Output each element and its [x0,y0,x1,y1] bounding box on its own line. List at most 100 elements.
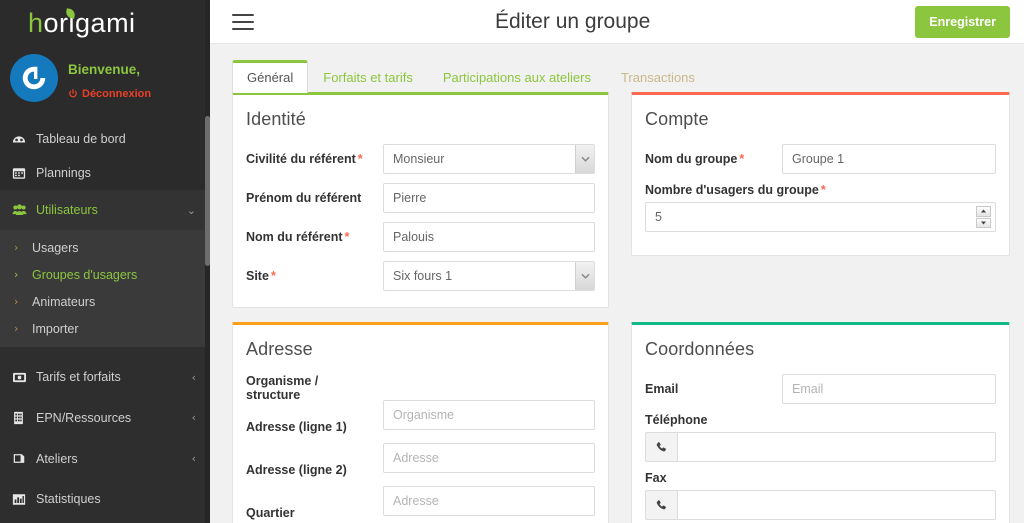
panel-title: Compte [645,109,709,129]
sidebar-label: Ateliers [36,451,78,466]
sidebar-label: Plannings [36,166,91,180]
sidebar-label: Animateurs [32,294,96,309]
field-organisme-structure: Organisme / structure [246,374,595,402]
prenom-input[interactable] [383,183,595,213]
logout-link[interactable]: Déconnexion [68,88,151,100]
panel-adresse: Adresse Organisme / structure Adresse (l… [232,322,609,523]
fax-input[interactable] [677,490,996,520]
sidebar-item-utilisateurs[interactable]: Utilisateurs ⌄ [0,194,210,226]
telephone-input[interactable] [677,432,996,462]
field-site: Site * Six fours 1 [246,261,595,291]
field-fax: Fax [645,471,996,520]
field-nom-du-referent: Nom du référent * [246,222,595,252]
sidebar-label: EPN/Ressources [36,410,132,425]
email-input[interactable] [782,374,996,404]
adresse-ligne-2-input[interactable] [383,486,595,516]
field-nom-du-groupe: Nom du groupe * [645,144,996,174]
sidebar-item-epn-ressources[interactable]: EPN/Ressources ‹ [0,397,210,438]
chevron-down-icon: ⌄ [186,203,196,217]
sidebar-nav-bottom: Tarifs et forfaits ‹ EPN/Ressources ‹ At… [0,347,210,519]
chevron-right-icon: › [14,295,19,308]
field-label: Quartier [246,506,295,520]
sidebar-item-animateurs[interactable]: › Animateurs [0,288,210,315]
field-label: Nombre d'usagers du groupe * [645,183,826,197]
sidebar-label: Importer [32,321,79,336]
sidebar-nav-top: Tableau de bord Plannings [0,122,210,190]
brand-logo-prefix: h [28,7,44,38]
tab-transactions[interactable]: Transactions [606,60,710,93]
chevron-right-icon: › [14,241,19,254]
user-box: Bienvenue, Déconnexion [0,46,210,122]
required-marker: * [270,269,276,283]
field-nombre-usagers-du-groupe: Nombre d'usagers du groupe * [645,183,996,232]
field-prenom-du-referent: Prénom du référent [246,183,595,213]
main-content: Éditer un groupe Enregistrer Général For… [210,0,1024,523]
bar-chart-icon [12,493,36,506]
dashboard-icon [12,132,36,146]
chevron-left-icon: ‹ [191,370,196,384]
field-label: Téléphone [645,413,708,427]
sidebar-item-statistiques[interactable]: Statistiques [0,479,210,519]
sidebar-item-usagers[interactable]: › Usagers [0,234,210,261]
sidebar-item-groupes-d-usagers[interactable]: › Groupes d'usagers [0,261,210,288]
sidebar-nav-users: Utilisateurs ⌄ [0,190,210,230]
avatar[interactable] [10,54,58,102]
chevron-left-icon: ‹ [191,452,196,465]
sidebar-label: Tableau de bord [36,132,126,146]
adresse-ligne-1-input[interactable] [383,443,595,473]
logout-label: Déconnexion [82,88,152,100]
sidebar-item-plannings[interactable]: Plannings [0,156,210,190]
chevron-right-icon: › [14,268,19,281]
field-label: Organisme / structure [246,374,319,402]
form-grid: Identité Civilité du référent* Monsieur [210,92,1024,523]
field-label: Nom du référent * [246,230,350,244]
required-marker: * [820,183,826,197]
field-email: Email [645,374,996,404]
field-label: Adresse (ligne 2) [246,463,347,477]
nom-groupe-input[interactable] [782,144,996,174]
book-icon [12,452,36,465]
civilite-select[interactable]: Monsieur [383,144,595,174]
field-quartier: Quartier [246,486,595,520]
sidebar: horigami Bienvenue, Déconnexion Tableau … [0,0,210,523]
tab-forfaits-et-tarifs[interactable]: Forfaits et tarifs [308,60,428,93]
brand-logo-rest: origami [43,7,136,38]
panel-compte: Compte Nom du groupe* Nombre d'usagers d… [631,92,1010,256]
panel-title: Identité [246,109,306,129]
sidebar-item-importer[interactable]: › Importer [0,315,210,342]
panel-coordonnees: Coordonnées Email Téléphone [631,322,1010,523]
power-icon [69,89,77,98]
chevron-left-icon: ‹ [191,411,196,424]
building-icon [12,411,36,425]
top-bar: Éditer un groupe Enregistrer [210,0,1024,44]
sidebar-item-ateliers[interactable]: Ateliers ‹ [0,438,210,479]
save-button[interactable]: Enregistrer [915,5,1010,38]
panel-title: Adresse [246,339,313,359]
nom-input[interactable] [383,222,595,252]
users-icon [12,203,36,217]
field-telephone: Téléphone [645,413,996,462]
site-select[interactable]: Six fours 1 [383,261,595,291]
field-civilite-du-referent: Civilité du référent * Monsieur [246,144,595,174]
sidebar-label: Utilisateurs [36,203,98,217]
tab-participations-aux-ateliers[interactable]: Participations aux ateliers [428,60,606,93]
panel-title: Coordonnées [645,339,755,359]
brand-logo[interactable]: horigami [0,0,210,46]
sidebar-label: Tarifs et forfaits [36,370,121,384]
field-label: Fax [645,471,667,485]
field-label: Email [645,382,679,396]
sidebar-item-tableau-de-bord[interactable]: Tableau de bord [0,122,210,156]
required-marker: * [739,152,745,166]
organisme-input[interactable] [383,400,595,430]
app-root: horigami Bienvenue, Déconnexion Tableau … [0,0,1024,523]
calendar-icon [12,166,36,180]
field-adresse-ligne-2: Adresse (ligne 2) [246,443,595,477]
sidebar-item-tarifs-et-forfaits[interactable]: Tarifs et forfaits ‹ [0,357,210,397]
page-title: Éditer un groupe [495,9,651,33]
field-label: Civilité du référent * [246,152,363,166]
nombre-usagers-input[interactable] [645,202,996,232]
required-marker: * [357,152,363,166]
tab-general[interactable]: Général [232,60,309,93]
field-label: Adresse (ligne 1) [246,420,347,434]
chevron-right-icon: › [14,322,19,335]
